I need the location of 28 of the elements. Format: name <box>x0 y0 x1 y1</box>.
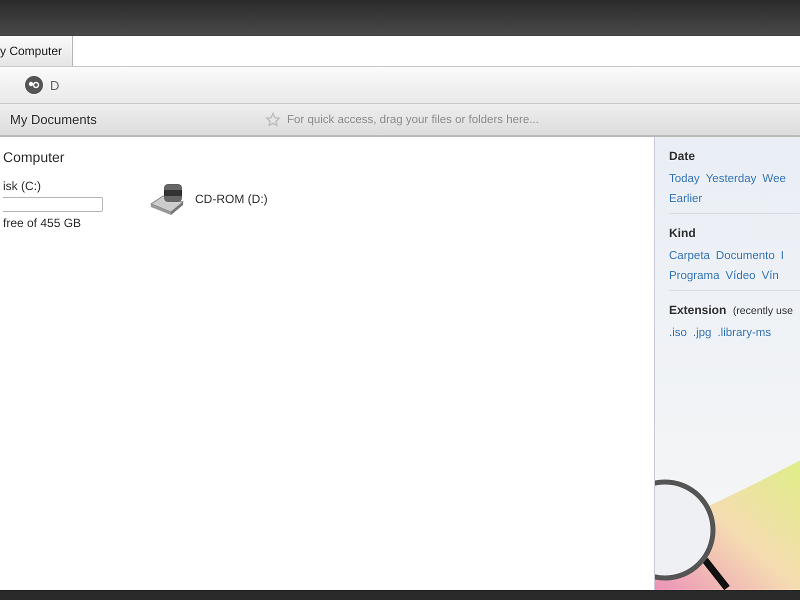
star-icon <box>265 112 281 128</box>
filter-link[interactable]: Vín <box>762 270 779 282</box>
filter-link[interactable]: Vídeo <box>726 270 756 282</box>
drive-button[interactable]: D <box>22 73 62 97</box>
filter-link[interactable]: Carpeta <box>669 250 710 262</box>
dvd-drive-icon <box>149 182 185 216</box>
filter-link[interactable]: .jpg <box>692 327 712 339</box>
filter-title: Date <box>669 149 696 163</box>
disc-icon <box>24 75 44 95</box>
drive-name[interactable]: isk (C:) <box>3 179 103 193</box>
filter-link[interactable]: Programa <box>669 270 720 282</box>
filter-link[interactable]: Wee <box>762 173 786 185</box>
drop-hint: For quick access, drag your files or folders here... <box>287 114 539 126</box>
filter-link[interactable]: Documento <box>716 250 775 262</box>
filter-title: Kind <box>669 226 696 240</box>
filter-link[interactable]: Yesterday <box>706 173 756 185</box>
filter-link[interactable]: .library-ms <box>717 327 772 339</box>
filter-link[interactable]: Earlier <box>669 193 702 205</box>
location-heading: Computer <box>3 149 66 165</box>
filter-title: Extension <box>669 303 726 317</box>
bookmark-item[interactable]: My Documents <box>0 112 265 127</box>
filter-note: (recently use <box>732 305 793 317</box>
drive-name[interactable]: CD-ROM (D:) <box>195 192 268 206</box>
filter-link[interactable]: .iso <box>669 327 687 339</box>
tab[interactable]: y Computer <box>0 36 74 66</box>
free-space: free of 455 GB <box>3 216 82 230</box>
filter-link[interactable]: I <box>780 250 784 262</box>
filter-link[interactable]: Today <box>669 173 700 185</box>
